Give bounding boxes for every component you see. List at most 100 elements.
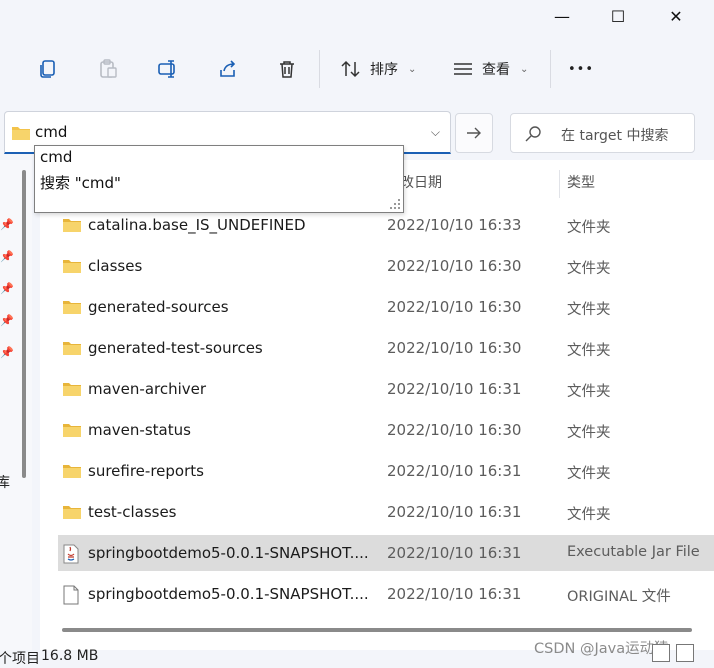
folder-icon bbox=[62, 339, 82, 361]
file-date: 2022/10/10 16:31 bbox=[387, 380, 522, 398]
share-icon bbox=[220, 60, 236, 77]
file-date: 2022/10/10 16:30 bbox=[387, 298, 522, 316]
chevron-down-icon[interactable]: ⌵ bbox=[431, 125, 440, 140]
file-row[interactable]: test-classes 2022/10/10 16:31 文件夹 bbox=[58, 494, 714, 530]
more-icon: ••• bbox=[568, 61, 595, 77]
copy-icon bbox=[40, 60, 55, 78]
close-button[interactable]: ✕ bbox=[652, 0, 700, 32]
folder-icon bbox=[62, 462, 82, 484]
address-autocomplete: cmd 搜索 "cmd" bbox=[34, 145, 404, 213]
folder-icon bbox=[62, 503, 82, 525]
file-type: ORIGINAL 文件 bbox=[567, 589, 671, 605]
rename-icon bbox=[158, 60, 175, 78]
file-row[interactable]: maven-archiver 2022/10/10 16:31 文件夹 bbox=[58, 371, 714, 407]
paste-button[interactable] bbox=[93, 54, 123, 84]
go-button[interactable] bbox=[455, 113, 493, 153]
file-name: springbootdemo5-0.0.1-SNAPSHOT.... bbox=[88, 585, 369, 603]
trash-icon bbox=[280, 61, 294, 78]
arrow-right-icon bbox=[467, 127, 481, 139]
file-name: maven-archiver bbox=[88, 380, 207, 398]
file-row[interactable]: springbootdemo5-0.0.1-SNAPSHOT.... 2022/1… bbox=[58, 535, 714, 571]
maximize-icon: ☐ bbox=[610, 6, 626, 26]
column-header-type[interactable]: 类型 bbox=[567, 172, 595, 192]
search-box[interactable]: 在 target 中搜索 bbox=[510, 113, 695, 153]
folder-icon bbox=[62, 216, 82, 238]
nav-item-label[interactable]: 库 bbox=[0, 472, 10, 492]
resize-grip-icon[interactable] bbox=[389, 198, 401, 210]
chevron-down-icon: ⌄ bbox=[520, 63, 529, 75]
file-date: 2022/10/10 16:31 bbox=[387, 585, 522, 603]
column-separator[interactable] bbox=[559, 170, 560, 198]
folder-icon bbox=[62, 421, 82, 443]
file-date: 2022/10/10 16:30 bbox=[387, 257, 522, 275]
minimize-button[interactable]: — bbox=[538, 0, 586, 32]
file-row[interactable]: springbootdemo5-0.0.1-SNAPSHOT.... 2022/1… bbox=[58, 576, 714, 612]
toolbar-separator bbox=[319, 50, 320, 88]
pin-icon[interactable]: 📌 bbox=[0, 314, 14, 327]
pin-icon[interactable]: 📌 bbox=[0, 282, 14, 295]
file-name: surefire-reports bbox=[88, 462, 204, 480]
view-icon bbox=[454, 63, 472, 75]
folder-icon bbox=[62, 298, 82, 320]
sort-icon bbox=[341, 60, 360, 78]
nav-scrollbar[interactable] bbox=[22, 170, 26, 478]
item-count: 个项目 bbox=[0, 651, 40, 667]
navigation-pane: 📌 📌 📌 📌 📌 库 bbox=[0, 160, 32, 650]
file-row[interactable]: maven-status 2022/10/10 16:30 文件夹 bbox=[58, 412, 714, 448]
toolbar-separator bbox=[550, 50, 551, 88]
details-view-icon[interactable] bbox=[652, 644, 670, 662]
maximize-button[interactable]: ☐ bbox=[594, 0, 642, 32]
file-type: 文件夹 bbox=[567, 466, 611, 482]
file-row[interactable]: classes 2022/10/10 16:30 文件夹 bbox=[58, 248, 714, 284]
pin-icon[interactable]: 📌 bbox=[0, 250, 14, 263]
autocomplete-item[interactable]: cmd bbox=[40, 148, 72, 166]
view-toggle bbox=[652, 644, 694, 662]
watermark: CSDN @Java运动猿 bbox=[534, 641, 669, 657]
chevron-down-icon: ⌄ bbox=[408, 63, 417, 75]
rename-button[interactable] bbox=[153, 54, 183, 84]
horizontal-scrollbar[interactable] bbox=[62, 628, 692, 632]
file-icon bbox=[62, 585, 80, 609]
file-row[interactable]: generated-test-sources 2022/10/10 16:30 文件… bbox=[58, 330, 714, 366]
pin-icon[interactable]: 📌 bbox=[0, 218, 14, 231]
view-button[interactable]: 查看 ⌄ bbox=[452, 54, 528, 84]
file-date: 2022/10/10 16:31 bbox=[387, 462, 522, 480]
file-type: 文件夹 bbox=[567, 302, 611, 318]
delete-button[interactable] bbox=[272, 54, 302, 84]
search-icon bbox=[525, 126, 541, 142]
file-date: 2022/10/10 16:30 bbox=[387, 421, 522, 439]
minimize-icon: — bbox=[554, 6, 570, 26]
share-button[interactable] bbox=[213, 54, 243, 84]
file-type: 文件夹 bbox=[567, 384, 611, 400]
file-row[interactable]: generated-sources 2022/10/10 16:30 文件夹 bbox=[58, 289, 714, 325]
address-input[interactable]: cmd bbox=[35, 123, 67, 141]
more-options-button[interactable]: ••• bbox=[568, 54, 594, 84]
search-placeholder: 在 target 中搜索 bbox=[561, 128, 669, 144]
file-date: 2022/10/10 16:31 bbox=[387, 544, 522, 562]
file-type: 文件夹 bbox=[567, 261, 611, 277]
selected-size: 16.8 MB bbox=[41, 648, 99, 664]
file-type: 文件夹 bbox=[567, 343, 611, 359]
folder-icon bbox=[12, 127, 30, 140]
copy-button[interactable] bbox=[33, 54, 63, 84]
pin-icon[interactable]: 📌 bbox=[0, 346, 14, 359]
file-name: classes bbox=[88, 257, 143, 275]
file-name: maven-status bbox=[88, 421, 191, 439]
sort-label: 排序 bbox=[370, 62, 398, 78]
file-row[interactable]: surefire-reports 2022/10/10 16:31 文件夹 bbox=[58, 453, 714, 489]
file-name: generated-sources bbox=[88, 298, 229, 316]
file-date: 2022/10/10 16:31 bbox=[387, 503, 522, 521]
file-name: test-classes bbox=[88, 503, 177, 521]
file-type: 文件夹 bbox=[567, 425, 611, 441]
file-date: 2022/10/10 16:33 bbox=[387, 216, 522, 234]
autocomplete-item[interactable]: 搜索 "cmd" bbox=[40, 172, 121, 193]
command-bar: 排序 ⌄ 查看 ⌄ ••• bbox=[0, 40, 714, 96]
view-label: 查看 bbox=[482, 62, 510, 78]
folder-icon bbox=[62, 257, 82, 279]
jar-file-icon bbox=[62, 544, 80, 568]
column-header-date[interactable]: 改日期 bbox=[400, 172, 442, 192]
tiles-view-icon[interactable] bbox=[676, 644, 694, 662]
file-name: generated-test-sources bbox=[88, 339, 263, 357]
sort-button[interactable]: 排序 ⌄ bbox=[340, 54, 416, 84]
close-icon: ✕ bbox=[669, 6, 683, 26]
